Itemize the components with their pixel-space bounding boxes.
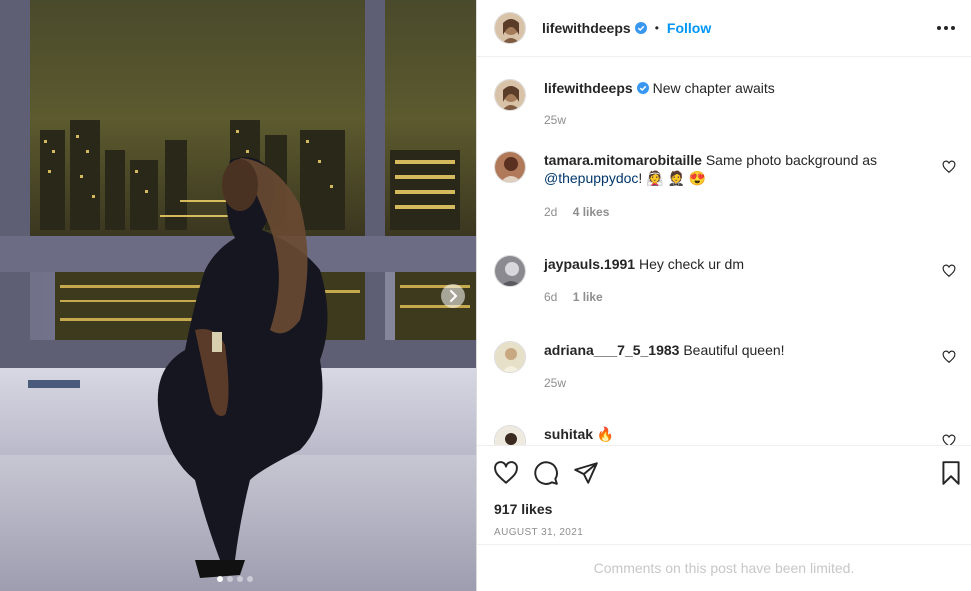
more-dot-icon xyxy=(951,26,955,30)
comment-body: adriana___7_5_1983 Beautiful queen! xyxy=(544,341,944,359)
commenter-avatar[interactable] xyxy=(494,341,526,373)
like-heart-icon[interactable] xyxy=(942,264,956,278)
separator-dot: • xyxy=(654,21,659,35)
post-header: lifewithdeeps • Follow xyxy=(477,0,971,57)
share-icon[interactable] xyxy=(573,460,599,486)
comment-time[interactable]: 2d xyxy=(544,205,557,219)
avatar-image xyxy=(495,80,525,110)
comment-time[interactable]: 6d xyxy=(544,290,557,304)
like-icon[interactable] xyxy=(493,460,519,486)
carousel-dot xyxy=(217,576,223,582)
caption-body: lifewithdeeps New chapter awaits xyxy=(544,79,944,97)
avatar-image xyxy=(495,426,525,445)
post-modal: lifewithdeeps • Follow lifewithdeeps New… xyxy=(0,0,971,591)
verified-badge-icon xyxy=(636,82,649,94)
comment-text: 🔥 xyxy=(596,426,615,442)
like-heart-icon[interactable] xyxy=(942,160,956,174)
action-bar: 917 likes AUGUST 31, 2021 xyxy=(477,445,971,544)
like-heart-icon[interactable] xyxy=(942,434,956,445)
commenter-avatar[interactable] xyxy=(494,255,526,287)
more-options-button[interactable] xyxy=(935,17,957,39)
comment-likes[interactable]: 4 likes xyxy=(573,205,610,219)
comment-body: tamara.mitomarobitaille Same photo backg… xyxy=(544,151,944,187)
chevron-right-icon xyxy=(450,290,458,302)
caption-text: New chapter awaits xyxy=(652,80,775,96)
like-heart-icon[interactable] xyxy=(942,350,956,364)
avatar-image xyxy=(495,13,525,43)
caption-username[interactable]: lifewithdeeps xyxy=(544,80,633,96)
avatar-image xyxy=(495,342,525,372)
more-dot-icon xyxy=(944,26,948,30)
carousel-dot xyxy=(247,576,253,582)
comment-text: Beautiful queen! xyxy=(683,342,785,358)
more-dot-icon xyxy=(937,26,941,30)
comment-meta: 2d 4 likes xyxy=(544,205,609,219)
save-bookmark-icon[interactable] xyxy=(938,460,964,486)
commenter-avatar[interactable] xyxy=(494,425,526,445)
comment-username[interactable]: suhitak xyxy=(544,426,593,442)
comment-mention[interactable]: @thepuppydoc xyxy=(544,170,638,186)
comment-time[interactable]: 25w xyxy=(544,376,566,390)
comment-username[interactable]: jaypauls.1991 xyxy=(544,256,635,272)
post-photo xyxy=(0,0,476,591)
comment-icon[interactable] xyxy=(533,460,559,486)
comment-body: jaypauls.1991 Hey check ur dm xyxy=(544,255,944,273)
author-username[interactable]: lifewithdeeps xyxy=(542,20,631,36)
comment-text-after: ! 👰 🤵 😍 xyxy=(638,170,707,186)
likes-count[interactable]: 917 likes xyxy=(494,501,552,517)
avatar-image xyxy=(495,152,525,182)
caption-meta: 25w xyxy=(544,113,566,127)
comment-likes[interactable]: 1 like xyxy=(573,290,603,304)
author-avatar[interactable] xyxy=(494,12,526,44)
carousel-dot xyxy=(227,576,233,582)
comment-text: Same photo background as xyxy=(705,152,878,168)
comments-limited-notice: Comments on this post have been limited. xyxy=(477,544,971,591)
carousel-dot xyxy=(237,576,243,582)
comments-list[interactable]: lifewithdeeps New chapter awaits 25w tam… xyxy=(477,57,971,445)
comment-meta: 6d 1 like xyxy=(544,290,603,304)
carousel-next-button[interactable] xyxy=(441,284,465,308)
caption-time[interactable]: 25w xyxy=(544,113,566,127)
comment-username[interactable]: adriana___7_5_1983 xyxy=(544,342,679,358)
post-sidebar: lifewithdeeps • Follow lifewithdeeps New… xyxy=(476,0,971,591)
comment-body: suhitak 🔥 xyxy=(544,425,944,443)
carousel-indicator xyxy=(217,576,253,582)
author-avatar[interactable] xyxy=(494,79,526,111)
post-date: AUGUST 31, 2021 xyxy=(494,527,584,538)
verified-badge-icon xyxy=(634,22,647,34)
follow-button[interactable]: Follow xyxy=(667,20,711,36)
commenter-avatar[interactable] xyxy=(494,151,526,183)
comment-text: Hey check ur dm xyxy=(638,256,744,272)
comment-meta: 25w xyxy=(544,376,566,390)
comments-limited-text: Comments on this post have been limited. xyxy=(593,560,855,576)
comment-username[interactable]: tamara.mitomarobitaille xyxy=(544,152,702,168)
avatar-image xyxy=(495,256,525,286)
post-media[interactable] xyxy=(0,0,476,591)
